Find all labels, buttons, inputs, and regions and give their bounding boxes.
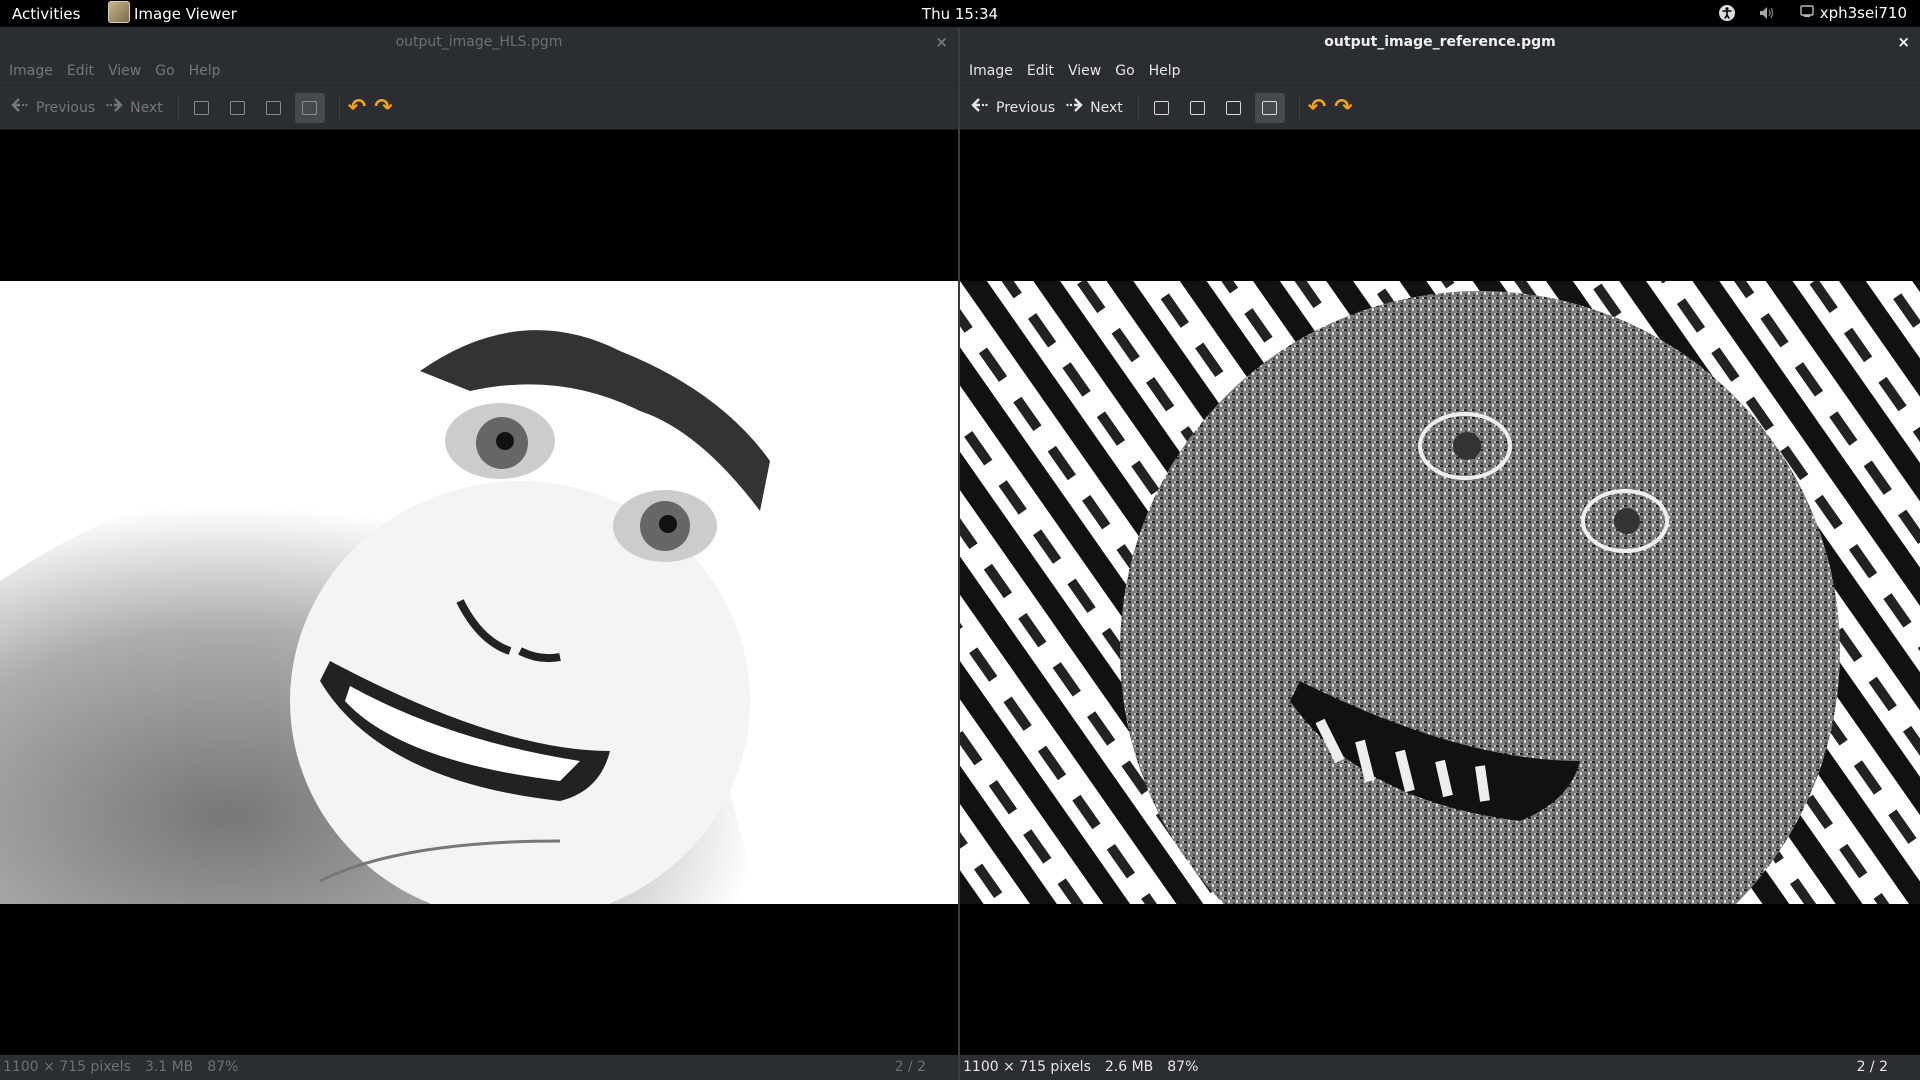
previous-button[interactable]: Previous xyxy=(968,93,1062,123)
image-display xyxy=(960,281,1920,904)
next-button[interactable]: Next xyxy=(1062,93,1130,123)
monkey-image-hls xyxy=(0,281,958,904)
zoom-fit-icon xyxy=(1262,100,1278,115)
zoom-out-button[interactable] xyxy=(223,93,253,123)
next-button[interactable]: Next xyxy=(102,93,170,123)
window-titlebar[interactable]: output_image_HLS.pgm × xyxy=(0,27,958,57)
image-position: 2 / 2 xyxy=(1856,1059,1888,1075)
image-canvas[interactable] xyxy=(960,131,1920,1055)
zoom-in-icon xyxy=(194,100,210,115)
image-dimensions: 1100 × 715 pixels xyxy=(3,1059,131,1075)
top-bar: Activities Image Viewer Thu 15:34 xph3se… xyxy=(0,0,1920,27)
image-display xyxy=(0,281,958,904)
go-next-icon xyxy=(105,97,123,118)
zoom-fit-button[interactable] xyxy=(1254,92,1285,123)
go-previous-icon xyxy=(971,97,989,118)
status-bar: 1100 × 715 pixels 2.6 MB 87% 2 / 2 xyxy=(960,1055,1920,1080)
window-titlebar[interactable]: output_image_reference.pgm × xyxy=(960,27,1920,57)
file-size: 3.1 MB xyxy=(144,1059,194,1075)
next-label: Next xyxy=(1090,99,1123,116)
image-canvas[interactable] xyxy=(0,131,958,1055)
window-title: output_image_reference.pgm xyxy=(1324,34,1556,50)
volume-icon[interactable] xyxy=(1758,4,1776,22)
image-dimensions: 1100 × 715 pixels xyxy=(963,1059,1091,1075)
menu-image[interactable]: Image xyxy=(2,63,60,79)
file-size: 2.6 MB xyxy=(1104,1059,1154,1075)
zoom-out-icon xyxy=(1190,100,1206,115)
user-menu[interactable]: xph3sei710 xyxy=(1798,4,1907,22)
rotate-left-icon[interactable]: ↶ xyxy=(1308,96,1326,119)
zoom-normal-button[interactable] xyxy=(1219,93,1249,123)
previous-label: Previous xyxy=(996,99,1056,116)
next-label: Next xyxy=(130,99,163,116)
zoom-in-button[interactable] xyxy=(1147,93,1177,123)
image-viewer-window-right: output_image_reference.pgm × Image Edit … xyxy=(960,27,1920,1080)
toolbar-separator xyxy=(177,94,179,121)
zoom-in-button[interactable] xyxy=(187,93,217,123)
zoom-fit-icon xyxy=(302,100,318,115)
menu-go[interactable]: Go xyxy=(148,63,181,79)
menu-edit[interactable]: Edit xyxy=(60,63,101,79)
zoom-normal-icon xyxy=(1226,100,1242,115)
zoom-level: 87% xyxy=(207,1059,239,1075)
go-previous-icon xyxy=(11,97,29,118)
rotate-left-icon[interactable]: ↶ xyxy=(348,96,366,119)
zoom-out-icon xyxy=(230,100,246,115)
previous-label: Previous xyxy=(36,99,96,116)
status-bar: 1100 × 715 pixels 3.1 MB 87% 2 / 2 xyxy=(0,1055,958,1080)
menu-help[interactable]: Help xyxy=(1142,63,1188,79)
zoom-level: 87% xyxy=(1167,1059,1199,1075)
toolbar: Previous Next ↶ ↷ xyxy=(0,86,958,130)
window-title: output_image_HLS.pgm xyxy=(395,34,563,50)
menu-view[interactable]: View xyxy=(1061,63,1108,79)
zoom-normal-button[interactable] xyxy=(259,93,289,123)
menu-view[interactable]: View xyxy=(101,63,148,79)
close-icon[interactable]: × xyxy=(935,27,948,57)
toolbar-separator xyxy=(338,94,340,121)
menu-help[interactable]: Help xyxy=(182,63,228,79)
user-icon xyxy=(1798,4,1816,22)
zoom-in-icon xyxy=(1154,100,1170,115)
zoom-normal-icon xyxy=(266,100,282,115)
menu-bar: Image Edit View Go Help xyxy=(960,57,1920,86)
toolbar-separator xyxy=(1298,94,1300,121)
rotate-right-icon[interactable]: ↷ xyxy=(1334,96,1352,119)
menu-bar: Image Edit View Go Help xyxy=(0,57,958,86)
rotate-right-icon[interactable]: ↷ xyxy=(374,96,392,119)
image-viewer-window-left: output_image_HLS.pgm × Image Edit View G… xyxy=(0,27,958,1080)
previous-button[interactable]: Previous xyxy=(8,93,102,123)
zoom-fit-button[interactable] xyxy=(294,92,325,123)
menu-go[interactable]: Go xyxy=(1108,63,1141,79)
accessibility-icon[interactable] xyxy=(1718,4,1736,22)
toolbar: Previous Next ↶ ↷ xyxy=(960,86,1920,130)
menu-edit[interactable]: Edit xyxy=(1020,63,1061,79)
image-position: 2 / 2 xyxy=(894,1059,926,1075)
close-icon[interactable]: × xyxy=(1897,27,1910,57)
clock[interactable]: Thu 15:34 xyxy=(0,5,1920,23)
go-next-icon xyxy=(1065,97,1083,118)
user-name: xph3sei710 xyxy=(1819,4,1907,22)
toolbar-separator xyxy=(1137,94,1139,121)
zoom-out-button[interactable] xyxy=(1183,93,1213,123)
menu-image[interactable]: Image xyxy=(962,63,1020,79)
monkey-image-reference xyxy=(960,281,1920,904)
